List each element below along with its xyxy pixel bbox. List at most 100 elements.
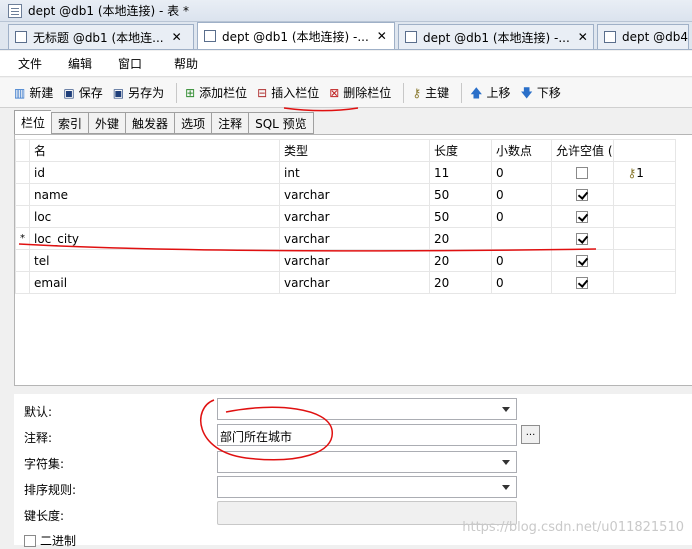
tab-sql-preview[interactable]: SQL 预览 [248, 112, 314, 134]
tab-options[interactable]: 选项 [174, 112, 212, 134]
allow-null-checkbox[interactable] [576, 189, 589, 201]
allow-null-cell[interactable] [551, 183, 614, 206]
field-length-cell[interactable]: 20 [429, 249, 492, 272]
field-decimals-cell[interactable]: 0 [491, 249, 552, 272]
tab-fields[interactable]: 栏位 [14, 110, 52, 134]
field-name-cell[interactable]: tel [29, 249, 280, 272]
field-type-cell[interactable]: varchar [279, 271, 430, 294]
close-icon[interactable]: ✕ [578, 30, 588, 44]
key-cell[interactable] [612, 183, 676, 206]
document-tabs: 无标题 @db1 (本地连... ✕ dept @db1 (本地连接) -...… [0, 22, 692, 50]
table-row[interactable]: email varchar 20 0 [15, 271, 676, 294]
allow-null-checkbox[interactable] [576, 255, 589, 267]
field-decimals-cell[interactable]: 0 [491, 183, 552, 206]
add-field-label: 添加栏位 [199, 86, 248, 100]
key-cell[interactable] [612, 271, 676, 294]
field-type-cell[interactable]: varchar [279, 249, 430, 272]
tab-indexes[interactable]: 索引 [51, 112, 89, 134]
key-cell[interactable] [612, 205, 676, 228]
add-field-button[interactable]: ⊞ 添加栏位 [185, 84, 247, 101]
allow-null-cell[interactable] [551, 271, 614, 294]
default-select[interactable] [217, 398, 517, 420]
binary-option[interactable]: 二进制 [24, 532, 76, 549]
table-icon [8, 3, 22, 18]
field-type-cell[interactable]: varchar [279, 183, 430, 206]
key-cell[interactable]: ⚷1 [612, 161, 676, 184]
field-decimals-cell[interactable] [491, 227, 552, 250]
column-header-name[interactable]: 名 [29, 139, 280, 162]
delete-field-button[interactable]: ⊠ 删除栏位 [329, 84, 391, 101]
field-type-cell[interactable]: varchar [279, 227, 430, 250]
column-header-key[interactable] [612, 139, 676, 162]
tab-triggers[interactable]: 触发器 [125, 112, 175, 134]
field-length-cell[interactable]: 50 [429, 205, 492, 228]
tab-dept-active[interactable]: dept @db1 (本地连接) -... ✕ [197, 22, 395, 49]
charset-select[interactable] [217, 451, 517, 473]
field-decimals-cell[interactable]: 0 [491, 205, 552, 228]
allow-null-checkbox[interactable] [576, 277, 589, 289]
column-header-type[interactable]: 类型 [279, 139, 430, 162]
move-up-label: 上移 [486, 86, 511, 100]
field-name-cell[interactable]: loc [29, 205, 280, 228]
allow-null-checkbox[interactable] [576, 167, 589, 179]
close-icon[interactable]: ✕ [377, 29, 387, 43]
field-type-cell[interactable]: int [279, 161, 430, 184]
collation-select[interactable] [217, 476, 517, 498]
menu-file[interactable]: 文件 [18, 55, 42, 72]
allow-null-checkbox[interactable] [576, 233, 589, 245]
arrow-down-icon: 🡇 [520, 85, 533, 100]
charset-label: 字符集: [24, 457, 65, 471]
table-row[interactable]: tel varchar 20 0 [15, 249, 676, 272]
comment-ellipsis-button[interactable]: ... [521, 425, 540, 444]
close-icon[interactable]: ✕ [172, 30, 182, 44]
save-button[interactable]: ▣ 保存 [63, 84, 102, 101]
designer-tabs: 栏位 索引 外键 触发器 选项 注释 SQL 预览 [14, 110, 314, 134]
toolbar-separator [403, 82, 405, 103]
allow-null-cell[interactable] [551, 161, 614, 184]
table-header-row: 名 类型 长度 小数点 允许空值 ( [15, 139, 676, 162]
field-length-cell[interactable]: 50 [429, 183, 492, 206]
column-header-length[interactable]: 长度 [429, 139, 492, 162]
field-decimals-cell[interactable]: 0 [491, 271, 552, 294]
current-row-marker: * [15, 227, 30, 250]
field-length-cell[interactable]: 20 [429, 271, 492, 294]
key-cell[interactable] [612, 227, 676, 250]
allow-null-cell[interactable] [551, 205, 614, 228]
save-as-button[interactable]: ▣ 另存为 [113, 84, 164, 101]
column-header-allow-null[interactable]: 允许空值 ( [551, 139, 614, 162]
menu-edit[interactable]: 编辑 [68, 55, 92, 72]
allow-null-cell[interactable] [551, 249, 614, 272]
insert-field-button[interactable]: ⊟ 插入栏位 [257, 84, 319, 101]
allow-null-checkbox[interactable] [576, 211, 589, 223]
move-up-button[interactable]: 🡅 上移 [470, 84, 510, 101]
table-row-current[interactable]: * loc_city varchar 20 [15, 227, 676, 250]
table-row[interactable]: loc varchar 50 0 [15, 205, 676, 228]
new-button[interactable]: ▥ 新建 [14, 84, 53, 101]
allow-null-cell[interactable] [551, 227, 614, 250]
tab-comment[interactable]: 注释 [211, 112, 249, 134]
column-header-decimals[interactable]: 小数点 [491, 139, 552, 162]
move-down-button[interactable]: 🡇 下移 [520, 84, 560, 101]
primary-key-button[interactable]: ⚷ 主键 [412, 84, 449, 101]
tab-label: dept @db4 [622, 30, 689, 44]
field-name-cell[interactable]: email [29, 271, 280, 294]
menu-help[interactable]: 帮助 [174, 55, 198, 72]
key-cell[interactable] [612, 249, 676, 272]
field-name-cell[interactable]: id [29, 161, 280, 184]
field-name-cell[interactable]: loc_city [29, 227, 280, 250]
tab-dept-db4[interactable]: dept @db4 [597, 24, 689, 49]
field-decimals-cell[interactable]: 0 [491, 161, 552, 184]
table-row[interactable]: id int 11 0 ⚷1 [15, 161, 676, 184]
menu-window[interactable]: 窗口 [118, 55, 142, 72]
tab-foreign-keys[interactable]: 外键 [88, 112, 126, 134]
delete-field-icon: ⊠ [329, 85, 340, 100]
tab-untitled[interactable]: 无标题 @db1 (本地连... ✕ [8, 24, 194, 49]
tab-dept-2[interactable]: dept @db1 (本地连接) -... ✕ [398, 24, 594, 49]
field-length-cell[interactable]: 20 [429, 227, 492, 250]
comment-input[interactable]: 部门所在城市 [217, 424, 517, 446]
field-name-cell[interactable]: name [29, 183, 280, 206]
table-row[interactable]: name varchar 50 0 [15, 183, 676, 206]
field-length-cell[interactable]: 11 [429, 161, 492, 184]
field-type-cell[interactable]: varchar [279, 205, 430, 228]
add-field-icon: ⊞ [185, 85, 196, 100]
